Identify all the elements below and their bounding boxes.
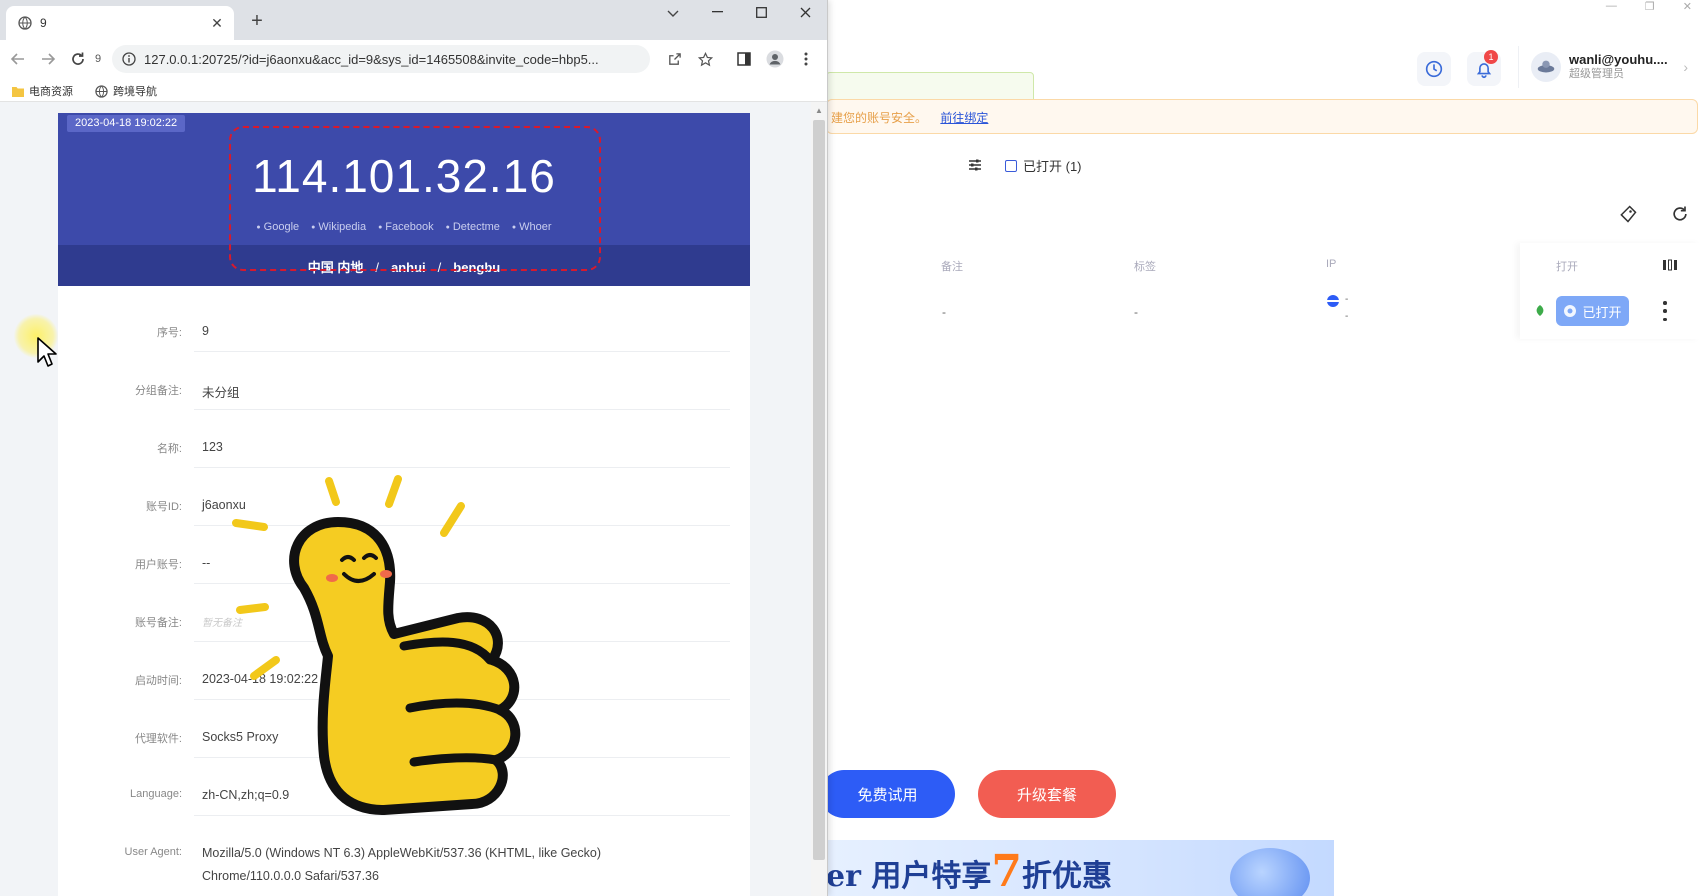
folder-icon bbox=[12, 86, 24, 97]
avatar bbox=[1531, 52, 1561, 82]
promo-discount-number: 7 bbox=[991, 846, 1022, 896]
url-text: 127.0.0.1:20725/?id=j6aonxu&acc_id=9&sys… bbox=[144, 51, 599, 67]
chevron-right-icon: › bbox=[1683, 59, 1688, 75]
bell-icon[interactable]: 1 bbox=[1467, 50, 1501, 86]
info-value: 123 bbox=[202, 440, 223, 454]
browser-tab[interactable]: 9 ✕ bbox=[6, 6, 234, 40]
sync-icon[interactable] bbox=[1417, 52, 1451, 86]
globe-icon bbox=[18, 16, 32, 30]
highlight-dashed-box bbox=[229, 126, 601, 271]
bookmark-label-ecommerce: 电商资源 bbox=[29, 86, 73, 98]
reload-icon[interactable] bbox=[66, 47, 90, 71]
scrollbar-thumb[interactable] bbox=[813, 120, 825, 860]
info-label: 序号: bbox=[156, 327, 182, 339]
info-value: 9 bbox=[202, 324, 209, 338]
user-role: 超级管理员 bbox=[1569, 68, 1624, 80]
ip-flag-icon bbox=[1326, 294, 1340, 313]
tag-icon[interactable] bbox=[1611, 197, 1645, 231]
back-icon[interactable] bbox=[6, 47, 30, 71]
user-menu[interactable]: wanli@youhu.... 超级管理员 › bbox=[1518, 46, 1698, 88]
column-header-open: 打开 bbox=[1556, 261, 1578, 273]
info-label: Language: bbox=[130, 788, 182, 800]
notification-badge: 1 bbox=[1484, 50, 1498, 64]
tab-title: 9 bbox=[40, 16, 47, 30]
tab-count: 9 bbox=[95, 53, 102, 65]
bookmark-crossborder[interactable]: 跨境导航 bbox=[95, 83, 157, 99]
app-close-icon[interactable]: ✕ bbox=[1683, 0, 1692, 14]
browser-toolbar: 9 127.0.0.1:20725/?id=j6aonxu&acc_id=9&s… bbox=[0, 40, 827, 78]
app-window-controls: — ❐ ✕ bbox=[1606, 0, 1700, 14]
tab-strip: 9 ✕ + bbox=[0, 0, 827, 40]
row-remark: - bbox=[942, 305, 946, 319]
share-icon[interactable] bbox=[662, 47, 686, 71]
close-window-icon[interactable] bbox=[785, 0, 825, 24]
maximize-icon[interactable] bbox=[741, 0, 781, 24]
opened-filter-checkbox[interactable]: 已打开 (1) bbox=[1005, 156, 1082, 175]
scroll-up-arrow-icon[interactable]: ▲ bbox=[815, 106, 823, 115]
bookmark-folder-ecommerce[interactable]: 电商资源 bbox=[12, 83, 73, 99]
column-header-remark: 备注 bbox=[941, 261, 963, 273]
info-value: 未分组 bbox=[202, 386, 240, 400]
info-label: 分组备注: bbox=[134, 385, 182, 397]
column-header-tag: 标签 bbox=[1134, 261, 1156, 273]
globe-icon bbox=[95, 84, 108, 98]
browser-menu-icon[interactable] bbox=[794, 47, 818, 71]
more-options-icon[interactable] bbox=[1660, 298, 1670, 324]
free-trial-button[interactable]: 免费试用 bbox=[820, 770, 955, 818]
mouse-cursor-icon bbox=[37, 337, 57, 367]
bookmark-star-icon[interactable] bbox=[693, 47, 717, 71]
date-chip: 2023-04-18 19:02:22 bbox=[67, 115, 186, 132]
thumbs-up-sticker bbox=[232, 475, 521, 815]
ip-hero: 2023-04-18 19:02:22 114.101.32.16 Google… bbox=[58, 113, 750, 286]
new-tab-icon[interactable]: + bbox=[245, 9, 269, 33]
bookmarks-bar: 电商资源 跨境导航 bbox=[0, 78, 827, 102]
side-panel-icon[interactable] bbox=[732, 47, 756, 71]
opened-status-label: 已打开 bbox=[1582, 304, 1622, 320]
bookmark-label-crossborder: 跨境导航 bbox=[113, 86, 157, 98]
column-settings-icon[interactable] bbox=[1662, 258, 1678, 277]
promo-prefix: er 用户特享 bbox=[826, 859, 992, 894]
browser-icon bbox=[1564, 305, 1577, 317]
info-value-line2: Chrome/110.0.0.0 Safari/537.36 bbox=[202, 869, 379, 883]
column-header-ip: IP bbox=[1326, 258, 1337, 270]
upgrade-plan-button[interactable]: 升级套餐 bbox=[978, 770, 1116, 818]
bind-link[interactable]: 前往绑定 bbox=[940, 111, 988, 125]
chrome-window: 9 ✕ + 9 127.0.0.1:20725/?id=j6aonxu&acc_… bbox=[0, 0, 828, 896]
info-label: 名称: bbox=[156, 443, 182, 455]
screen: — ❐ ✕ 1 wanli@youhu.... 超级管理员 › 建您的账号安全。… bbox=[0, 0, 1700, 896]
info-value: -- bbox=[202, 556, 211, 570]
info-label: 代理软件: bbox=[134, 733, 182, 745]
forward-icon[interactable] bbox=[36, 47, 60, 71]
leaf-status-icon bbox=[1534, 304, 1546, 317]
address-bar[interactable]: 127.0.0.1:20725/?id=j6aonxu&acc_id=9&sys… bbox=[112, 45, 650, 73]
promo-suffix: 折优惠 bbox=[1021, 859, 1112, 894]
minimize-icon[interactable] bbox=[697, 0, 737, 24]
user-name: wanli@youhu.... bbox=[1569, 52, 1668, 67]
opened-status-button[interactable]: 已打开 bbox=[1556, 296, 1629, 326]
info-icon[interactable] bbox=[122, 52, 136, 66]
warning-text: 建您的账号安全。 bbox=[831, 111, 928, 125]
filter-settings-icon[interactable] bbox=[960, 150, 990, 180]
row-ip-address: - bbox=[1345, 311, 1349, 322]
row-ip-country: - bbox=[1345, 294, 1349, 305]
app-minimize-icon[interactable]: — bbox=[1606, 0, 1617, 14]
info-label: 启动时间: bbox=[134, 675, 182, 687]
info-label: 账号备注: bbox=[134, 617, 182, 629]
app-restore-icon[interactable]: ❐ bbox=[1645, 0, 1655, 14]
opened-filter-label: 已打开 (1) bbox=[1023, 159, 1082, 174]
row-tag: - bbox=[1134, 305, 1138, 319]
info-label: User Agent: bbox=[124, 846, 182, 858]
security-warning-bar: 建您的账号安全。 前往绑定 bbox=[826, 99, 1698, 134]
tab-close-icon[interactable]: ✕ bbox=[206, 12, 228, 34]
refresh-icon[interactable] bbox=[1663, 197, 1697, 231]
info-label: 账号ID: bbox=[145, 501, 182, 513]
promo-text: er 用户特享7折优惠 bbox=[826, 846, 1112, 896]
info-label: 用户账号: bbox=[134, 559, 182, 571]
profile-icon[interactable] bbox=[763, 47, 787, 71]
tab-search-icon[interactable] bbox=[653, 2, 693, 26]
checkbox-icon bbox=[1005, 159, 1017, 172]
